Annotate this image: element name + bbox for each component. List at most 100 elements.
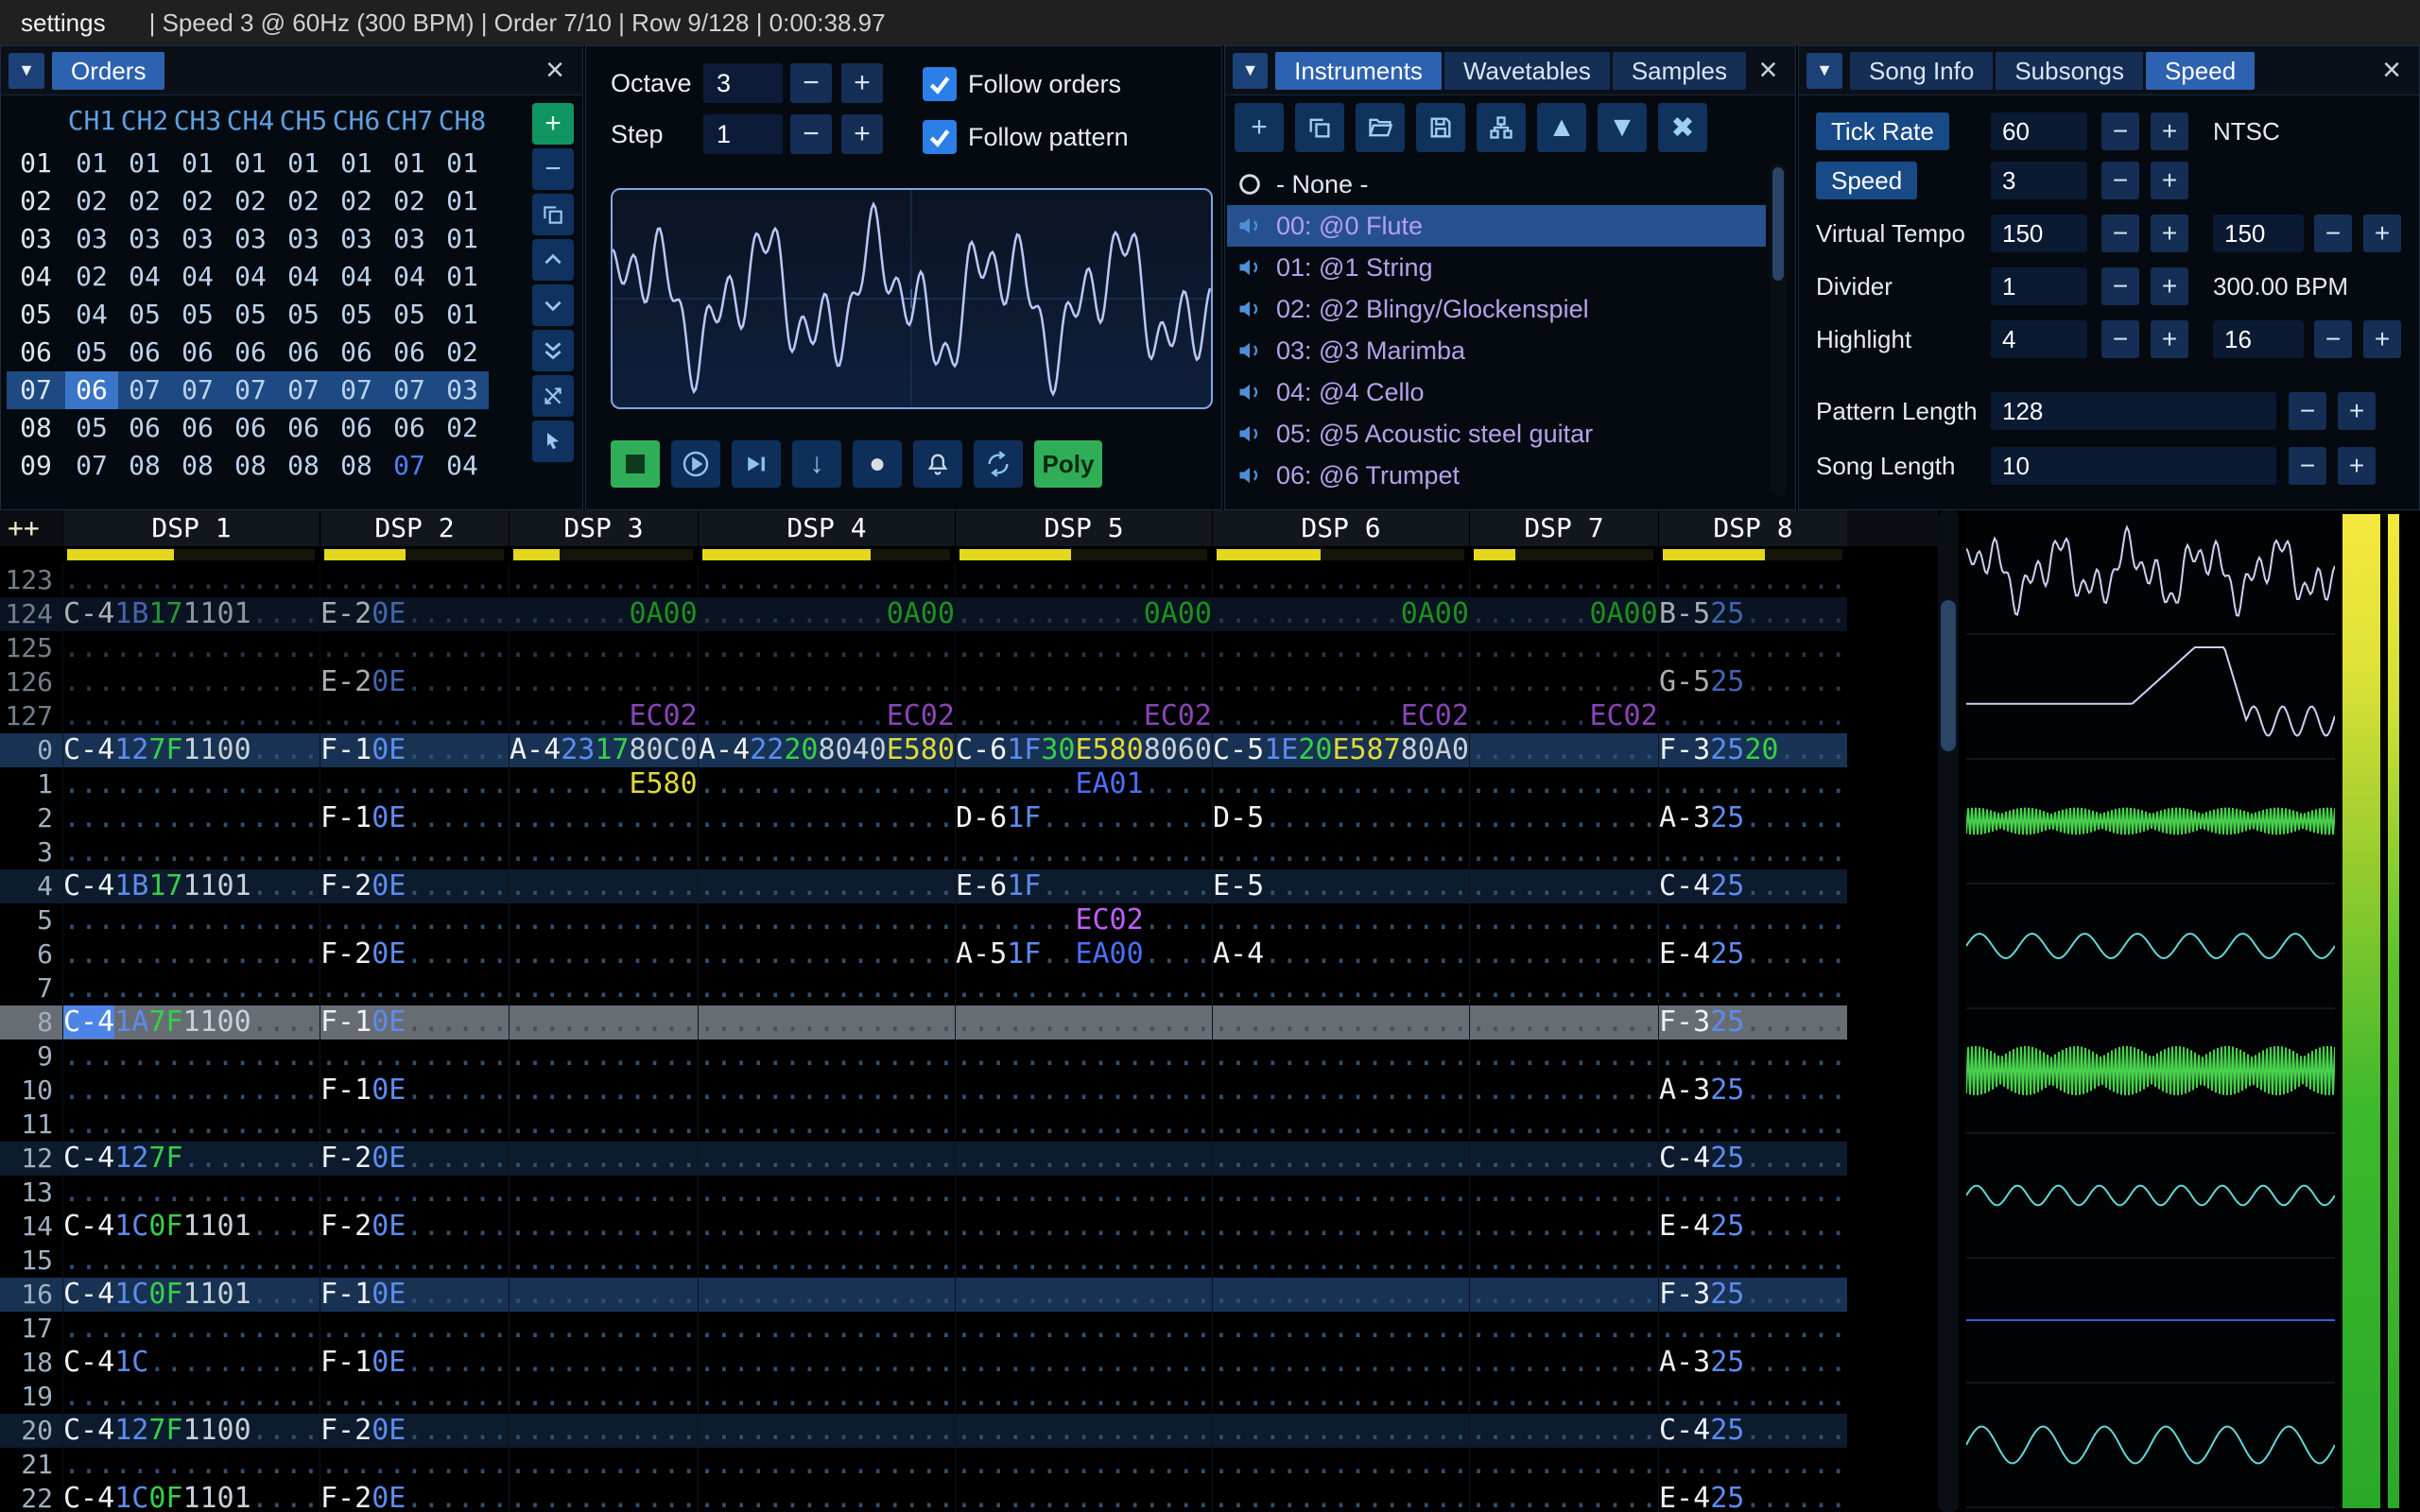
highlight-second-input[interactable]: 16 <box>2213 320 2304 358</box>
order-cell[interactable]: 02 <box>330 182 383 220</box>
pattern-cell[interactable]: ........... <box>509 937 698 971</box>
collapse-icon[interactable]: ▼ <box>9 52 44 89</box>
order-cell[interactable]: 02 <box>436 409 489 447</box>
pattern-cell[interactable]: ............... <box>1212 1040 1469 1074</box>
pattern-cell[interactable]: ............... <box>1212 1142 1469 1176</box>
tick-rate-button[interactable]: Tick Rate <box>1816 112 1949 150</box>
pattern-cell[interactable]: ............... <box>955 1176 1212 1210</box>
pattern-cell[interactable]: F-10E...... <box>320 801 509 835</box>
pattern-cell[interactable]: F-32520.... <box>1658 733 1847 767</box>
pattern-cell[interactable]: ............... <box>1212 835 1469 869</box>
pattern-cell[interactable]: ............... <box>955 1346 1212 1380</box>
instrument-item-none[interactable]: - None - <box>1227 163 1766 205</box>
pattern-cell[interactable]: ........... <box>320 835 509 869</box>
pattern-cell[interactable]: G-525...... <box>1658 665 1847 699</box>
pattern-cell[interactable]: ........... <box>1469 631 1658 665</box>
pattern-cell[interactable]: ...........EC02 <box>1212 699 1469 733</box>
pattern-cell[interactable]: ............... <box>62 563 320 597</box>
pattern-length-increment[interactable]: + <box>2338 392 2376 430</box>
pattern-cell[interactable]: ............... <box>698 1482 955 1512</box>
divider-increment[interactable]: + <box>2151 267 2188 305</box>
pattern-cell[interactable]: F-20E...... <box>320 869 509 903</box>
pattern-cell[interactable]: ........... <box>1658 1312 1847 1346</box>
order-cell[interactable]: 01 <box>277 145 330 182</box>
pattern-cell[interactable]: ............... <box>1212 1244 1469 1278</box>
pattern-cell[interactable]: .......EC02 <box>509 699 698 733</box>
order-cell[interactable]: 03 <box>224 220 277 258</box>
play-button[interactable] <box>671 440 720 488</box>
order-cell[interactable]: 05 <box>277 296 330 334</box>
order-cell[interactable]: 03 <box>171 220 224 258</box>
pattern-cell[interactable]: F-10E...... <box>320 1074 509 1108</box>
tick-rate-decrement[interactable]: − <box>2101 112 2139 150</box>
pattern-cell[interactable]: ........... <box>509 835 698 869</box>
order-cell[interactable]: 06 <box>171 409 224 447</box>
pattern-cell[interactable]: ........... <box>509 1414 698 1448</box>
pattern-cell[interactable]: ............... <box>955 1312 1212 1346</box>
pattern-cell[interactable]: F-10E...... <box>320 1346 509 1380</box>
pattern-cell[interactable]: ............... <box>1212 903 1469 937</box>
pattern-cell[interactable]: ............... <box>62 1380 320 1414</box>
pattern-cell[interactable]: ........... <box>1469 903 1658 937</box>
follow-pattern-checkbox[interactable] <box>923 120 957 154</box>
instrument-item[interactable]: 03: @3 Marimba <box>1227 330 1766 371</box>
order-cell[interactable]: 03 <box>383 220 436 258</box>
pattern-cell[interactable]: ............... <box>698 903 955 937</box>
move-instrument-up-button[interactable]: ▲ <box>1537 103 1586 152</box>
pattern-cell[interactable]: E-425...... <box>1658 1210 1847 1244</box>
pattern-cell[interactable]: ........... <box>1469 1414 1658 1448</box>
pattern-cell[interactable]: ........... <box>1469 1482 1658 1512</box>
pattern-cell[interactable]: ........... <box>1469 1278 1658 1312</box>
pattern-cell[interactable]: ........... <box>509 1448 698 1482</box>
instrument-list-scrollbar[interactable] <box>1770 163 1787 496</box>
order-cell[interactable]: 08 <box>277 447 330 485</box>
channel-header-dsp-4[interactable]: DSP 4 <box>698 510 955 546</box>
pattern-cell[interactable]: ............... <box>698 1380 955 1414</box>
pattern-cell[interactable]: ...........0A00 <box>1212 597 1469 631</box>
play-pattern-button[interactable] <box>732 440 781 488</box>
pattern-cell[interactable]: .......0A00 <box>1469 597 1658 631</box>
pattern-cell[interactable]: ............... <box>955 1482 1212 1512</box>
order-cell[interactable]: 01 <box>171 145 224 182</box>
move-instrument-down-button[interactable]: ▼ <box>1598 103 1647 152</box>
collapse-icon[interactable]: ▼ <box>1806 52 1842 89</box>
speed-decrement[interactable]: − <box>2101 162 2139 199</box>
pattern-cell[interactable]: ........... <box>320 1448 509 1482</box>
order-cell[interactable]: 07 <box>224 371 277 409</box>
pattern-cell[interactable]: ........... <box>320 767 509 801</box>
order-cell[interactable]: 06 <box>118 334 171 371</box>
pattern-cell[interactable]: ............... <box>62 937 320 971</box>
order-cell[interactable]: 01 <box>436 220 489 258</box>
pattern-cell[interactable]: C-41C.......... <box>62 1346 320 1380</box>
pattern-cell[interactable]: ............... <box>698 937 955 971</box>
scrollbar-thumb[interactable] <box>1772 167 1784 281</box>
close-icon[interactable]: × <box>1749 51 1788 91</box>
pattern-cell[interactable]: ............... <box>62 1040 320 1074</box>
order-cell[interactable]: 06 <box>118 409 171 447</box>
pattern-cell[interactable]: ........... <box>320 1108 509 1142</box>
tick-rate-increment[interactable]: + <box>2151 112 2188 150</box>
pattern-cell[interactable]: ............... <box>698 869 955 903</box>
order-cell[interactable]: 03 <box>277 220 330 258</box>
order-row-number[interactable]: 01 <box>7 145 65 182</box>
pattern-cell[interactable]: A-325...... <box>1658 1346 1847 1380</box>
pattern-cell[interactable]: ............... <box>955 1074 1212 1108</box>
pattern-cell[interactable]: ........... <box>1658 631 1847 665</box>
pattern-cell[interactable]: ............... <box>955 1414 1212 1448</box>
pattern-cell[interactable]: ........... <box>1658 1040 1847 1074</box>
pattern-cell[interactable]: ........... <box>1469 1040 1658 1074</box>
order-cell[interactable]: 05 <box>383 296 436 334</box>
follow-orders-checkbox[interactable] <box>923 67 957 101</box>
pattern-cell[interactable]: ........... <box>509 563 698 597</box>
virtual-tempo-den-increment[interactable]: + <box>2363 215 2401 252</box>
pattern-cell[interactable]: ............... <box>1212 767 1469 801</box>
pattern-cell[interactable]: ........... <box>1469 971 1658 1005</box>
highlight-second-increment[interactable]: + <box>2363 320 2401 358</box>
instrument-item[interactable]: 05: @5 Acoustic steel guitar <box>1227 413 1766 455</box>
order-cell[interactable]: 02 <box>118 182 171 220</box>
order-cell[interactable]: 06 <box>224 409 277 447</box>
pattern-cell[interactable]: .......EC02 <box>1469 699 1658 733</box>
order-cell[interactable]: 04 <box>436 447 489 485</box>
pattern-cell[interactable]: F-20E...... <box>320 1210 509 1244</box>
order-row-number[interactable]: 03 <box>7 220 65 258</box>
